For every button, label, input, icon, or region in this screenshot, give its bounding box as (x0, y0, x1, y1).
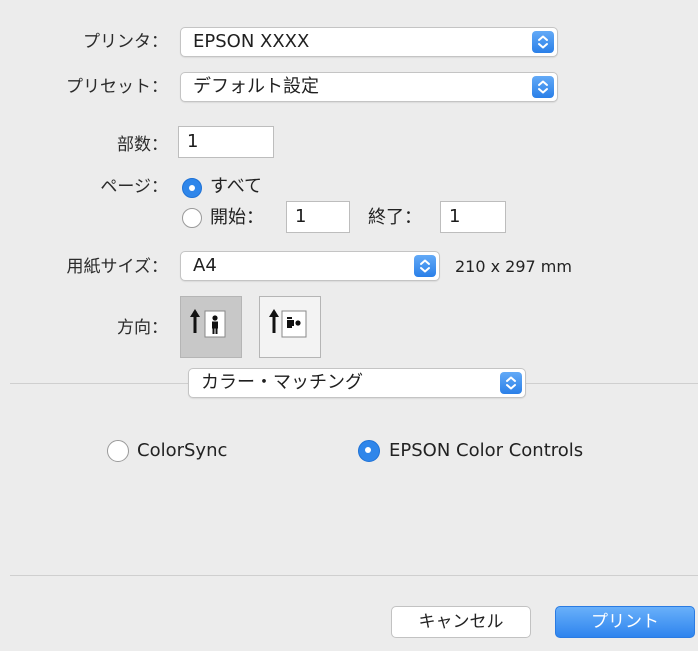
paper-dimensions: 210 x 297 mm (455, 257, 572, 276)
copies-value: 1 (187, 131, 199, 152)
pages-range-radio[interactable] (182, 208, 202, 228)
pages-to-value: 1 (449, 206, 461, 227)
panel-value: カラー・マッチング (201, 372, 363, 393)
pages-to-label: 終了： (368, 207, 422, 228)
preset-value: デフォルト設定 (193, 76, 319, 97)
footer-divider (10, 575, 698, 576)
epson-color-controls-label: EPSON Color Controls (389, 440, 584, 461)
pages-label: ページ： (100, 177, 168, 197)
pages-from-value: 1 (295, 206, 307, 227)
preset-select[interactable]: デフォルト設定 (180, 72, 558, 102)
print-dialog: { "printer": { "label": "プリンタ：", "value"… (0, 0, 698, 651)
portrait-orientation-button[interactable] (180, 296, 242, 358)
colorsync-label: ColorSync (137, 440, 228, 461)
print-button[interactable]: プリント (555, 606, 695, 638)
orientation-label: 方向： (117, 318, 168, 338)
printer-select[interactable]: EPSON XXXX (180, 27, 558, 57)
copies-label: 部数： (117, 135, 168, 155)
panel-select[interactable]: カラー・マッチング (188, 368, 526, 398)
printer-value: EPSON XXXX (193, 31, 310, 52)
landscape-orientation-icon (269, 309, 307, 338)
landscape-orientation-button[interactable] (259, 296, 321, 358)
cancel-button[interactable]: キャンセル (391, 606, 531, 638)
chevron-updown-icon (532, 31, 554, 53)
pages-all-label: すべて (210, 176, 263, 197)
printer-label: プリンタ： (83, 32, 168, 52)
paper-size-label: 用紙サイズ： (66, 257, 169, 277)
chevron-updown-icon (414, 255, 436, 277)
colorsync-radio[interactable] (107, 440, 129, 462)
pages-from-field[interactable]: 1 (286, 201, 350, 233)
paper-size-select[interactable]: A4 (180, 251, 440, 281)
pages-to-field[interactable]: 1 (440, 201, 506, 233)
portrait-orientation-icon (190, 309, 226, 338)
preset-label: プリセット： (66, 77, 168, 97)
copies-field[interactable]: 1 (178, 126, 274, 158)
chevron-updown-icon (532, 76, 554, 98)
chevron-updown-icon (500, 372, 522, 394)
paper-size-value: A4 (193, 255, 217, 276)
epson-color-controls-radio[interactable] (358, 440, 380, 462)
pages-all-radio[interactable] (182, 178, 202, 198)
pages-from-label: 開始： (210, 207, 264, 228)
